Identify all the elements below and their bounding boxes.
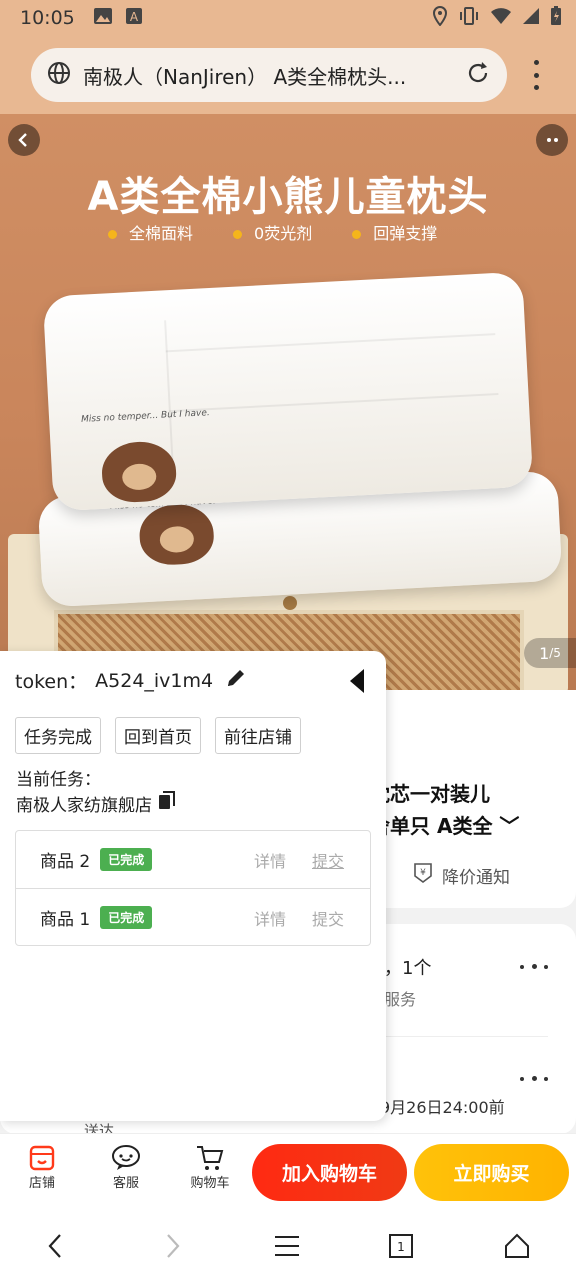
tabs-icon: 1 — [389, 1234, 413, 1258]
task-list: 商品 2 已完成 详情 提交 商品 1 已完成 详情 提交 — [15, 830, 371, 946]
add-to-cart-button[interactable]: 加入购物车 — [252, 1144, 407, 1201]
task-detail-link[interactable]: 详情 — [254, 906, 286, 930]
service-info-line2: 服务 — [384, 990, 417, 1009]
chevron-left-icon — [48, 1234, 61, 1258]
reload-icon[interactable] — [465, 60, 491, 90]
price-tag-icon: ¥ — [412, 862, 434, 889]
svg-text:A: A — [130, 10, 139, 24]
token-value: A524_iv1m4 — [95, 669, 214, 692]
hero-features: 全棉面料 0荧光剂 回弹支撑 — [108, 220, 437, 244]
battery-icon — [550, 6, 562, 30]
url-bar[interactable]: 南极人（NanJiren） A类全棉枕头... — [31, 48, 507, 102]
nav-menu-button[interactable] — [270, 1229, 304, 1263]
cart-button[interactable]: 购物车 — [180, 1144, 240, 1191]
token-row: token： A524_iv1m4 — [15, 667, 247, 694]
task-detail-link[interactable]: 详情 — [254, 848, 286, 872]
store-label: 店铺 — [28, 1176, 55, 1191]
svg-text:¥: ¥ — [420, 868, 426, 878]
feature-cotton: 全棉面料 — [108, 220, 193, 244]
current-task-label: 当前任务： — [16, 770, 101, 790]
vibrate-icon — [458, 6, 480, 30]
gallery-icon — [93, 7, 113, 29]
bear-icon — [100, 440, 178, 504]
task-row: 商品 1 已完成 详情 提交 — [16, 888, 370, 946]
collapse-panel-button[interactable] — [348, 668, 366, 694]
token-label: token： — [15, 671, 88, 693]
delivery-deadline: 9月26日24:00前 — [380, 1098, 505, 1117]
pillow-top: Miss no temper... But I have. — [42, 271, 534, 512]
product-title[interactable]: 枕芯一对装儿 舍单只 A类全 ﹀ — [370, 778, 570, 842]
task-row: 商品 2 已完成 详情 提交 — [16, 831, 370, 888]
price-notice-label: 降价通知 — [442, 868, 510, 888]
wifi-icon — [490, 7, 512, 29]
cabinet-knob — [283, 596, 297, 610]
home-icon — [505, 1233, 529, 1258]
bear-icon — [138, 502, 216, 567]
delivery-more-button[interactable] — [520, 1076, 548, 1081]
carousel-page-indicator: 1/5 — [524, 638, 576, 668]
task-complete-button[interactable]: 任务完成 — [15, 717, 101, 754]
service-info-line1: ，1个 — [384, 958, 432, 979]
nav-forward-button[interactable] — [156, 1229, 190, 1263]
back-home-button[interactable]: 回到首页 — [115, 717, 201, 754]
go-store-button[interactable]: 前往店铺 — [215, 717, 301, 754]
hamburger-icon — [275, 1236, 299, 1256]
triangle-left-icon — [350, 669, 364, 693]
page-total: /5 — [549, 646, 561, 660]
more-button[interactable] — [536, 124, 568, 156]
current-task-store: 南极人家纺旗舰店 — [16, 796, 152, 816]
browser-menu-button[interactable] — [526, 60, 546, 90]
app-notification-icon: A — [125, 7, 143, 29]
location-icon — [432, 5, 448, 30]
buy-now-button[interactable]: 立即购买 — [414, 1144, 569, 1201]
nav-back-button[interactable] — [38, 1229, 72, 1263]
product-title-line2: 舍单只 A类全 ﹀ — [370, 814, 520, 838]
nav-tabs-button[interactable]: 1 — [384, 1229, 418, 1263]
chat-icon — [112, 1145, 140, 1170]
price-notice-button[interactable]: ¥ 降价通知 — [412, 862, 510, 889]
signal-icon — [522, 7, 540, 29]
feature-no-fluorescent: 0荧光剂 — [233, 220, 312, 244]
hero-title: A类全棉小熊儿童枕头 — [87, 174, 489, 220]
task-panel: token： A524_iv1m4 任务完成 回到首页 前往店铺 当前任务： 南… — [0, 651, 386, 1121]
task-submit-link[interactable]: 提交 — [312, 906, 344, 930]
chevron-left-icon — [18, 133, 27, 147]
shopping-cart-icon — [197, 1146, 224, 1170]
page-current: 1 — [539, 643, 550, 663]
store-icon — [29, 1145, 55, 1171]
cart-label: 购物车 — [190, 1176, 230, 1191]
task-name: 商品 2 — [40, 852, 91, 872]
product-image-carousel[interactable]: A类全棉小熊儿童枕头 全棉面料 0荧光剂 回弹支撑 Miss no te... … — [0, 114, 576, 691]
purchase-action-bar: 店铺 客服 购物车 加入购物车 立即购买 — [0, 1133, 576, 1211]
task-submit-link[interactable]: 提交 — [312, 848, 344, 872]
back-button[interactable] — [8, 124, 40, 156]
pillow-print-text: Miss no temper... But I have. — [80, 408, 210, 425]
status-bar: 10:05 A — [0, 0, 576, 36]
edit-icon[interactable] — [225, 667, 247, 694]
task-name: 商品 1 — [40, 910, 91, 930]
nav-home-button[interactable] — [500, 1229, 534, 1263]
divider — [384, 1036, 548, 1037]
feature-rebound: 回弹支撑 — [352, 220, 437, 244]
status-time: 10:05 — [20, 7, 75, 29]
url-text: 南极人（NanJiren） A类全棉枕头... — [83, 64, 407, 89]
panel-button-row: 任务完成 回到首页 前往店铺 — [15, 717, 301, 754]
chevron-right-icon — [167, 1234, 180, 1258]
store-button[interactable]: 店铺 — [12, 1144, 72, 1191]
status-badge: 已完成 — [100, 906, 153, 929]
service-label: 客服 — [112, 1176, 139, 1191]
svg-text:1: 1 — [397, 1240, 405, 1254]
browser-toolbar: 南极人（NanJiren） A类全棉枕头... — [0, 36, 576, 114]
product-title-line1: 枕芯一对装儿 — [370, 782, 490, 806]
chevron-down-icon: ﹀ — [499, 814, 520, 838]
browser-nav-bar: 1 — [0, 1211, 576, 1280]
service-more-button[interactable] — [520, 964, 548, 969]
customer-service-button[interactable]: 客服 — [96, 1144, 156, 1191]
globe-icon — [47, 61, 71, 89]
current-task-value: 南极人家纺旗舰店 — [16, 791, 176, 816]
status-badge: 已完成 — [100, 848, 153, 871]
copy-icon[interactable] — [158, 791, 176, 816]
